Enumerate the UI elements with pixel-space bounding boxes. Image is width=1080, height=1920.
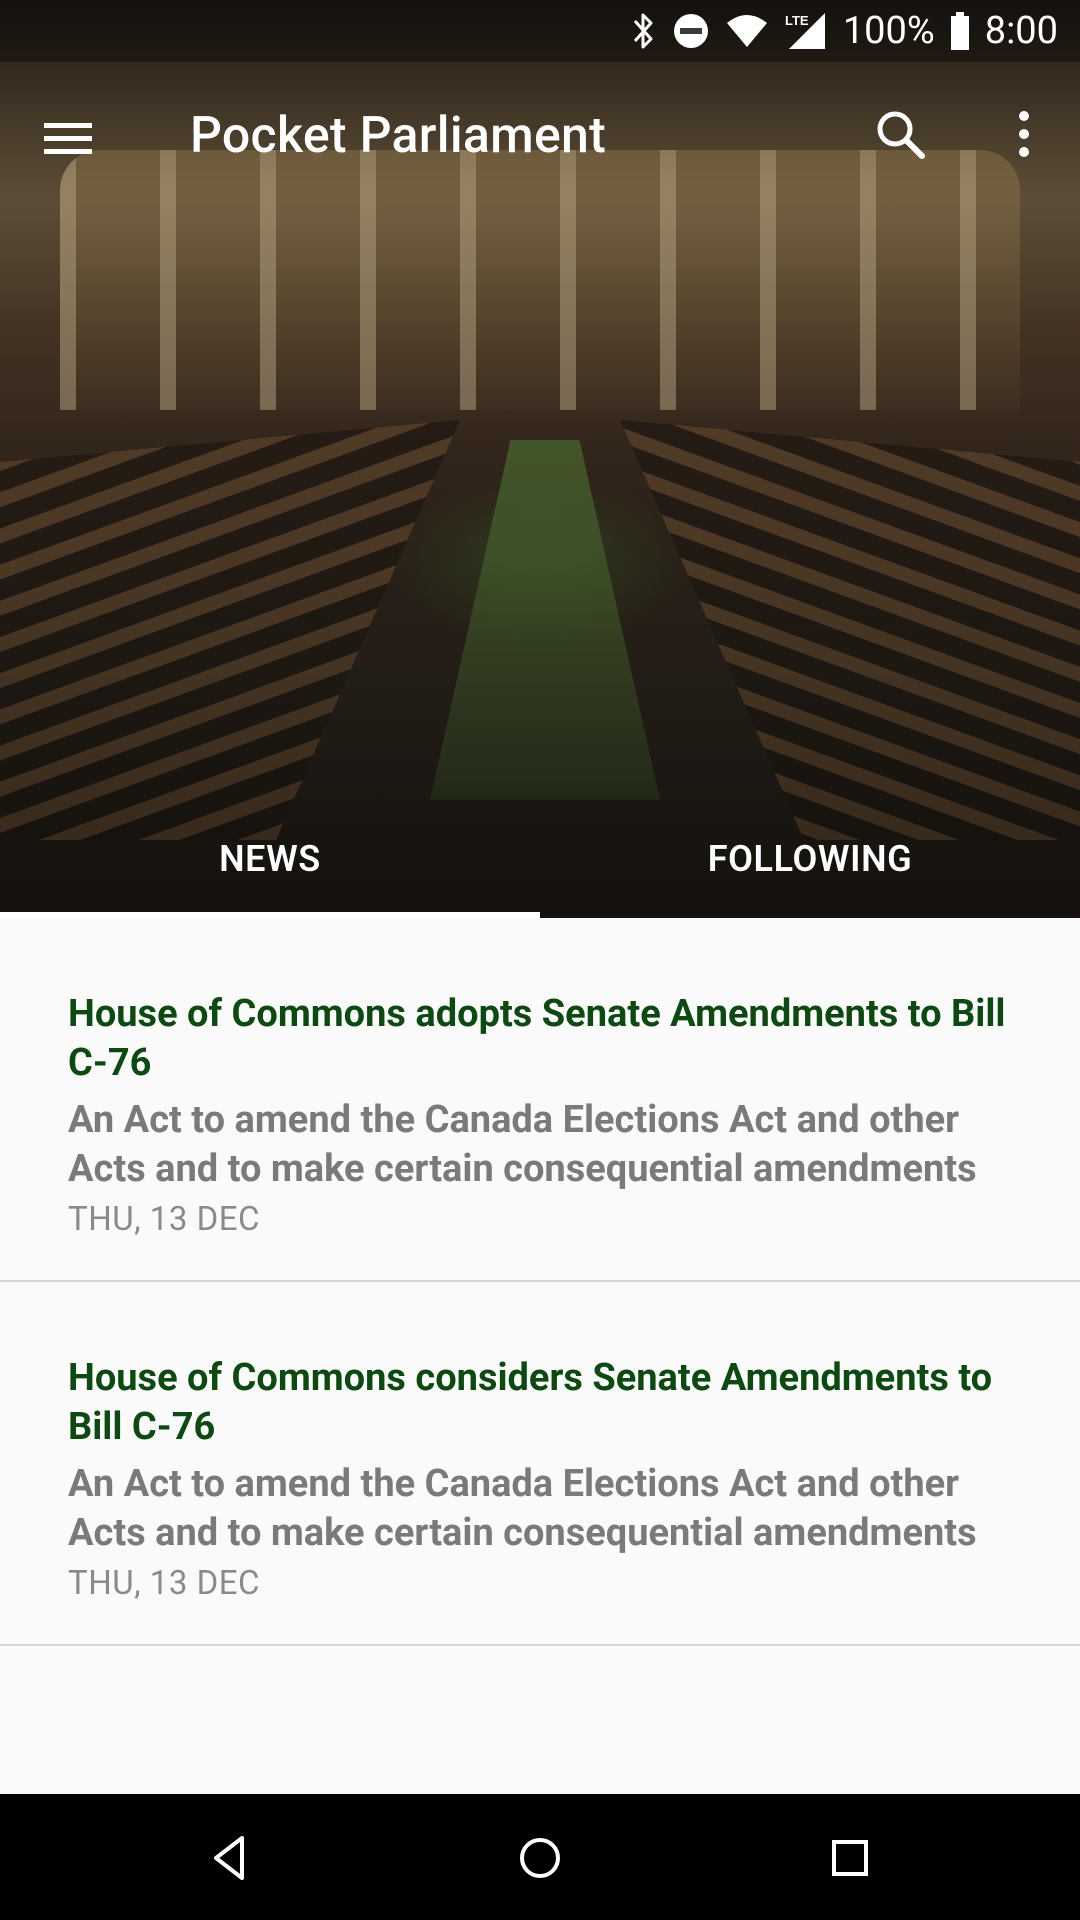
news-item[interactable]: House of Commons considers Senate Amendm… <box>0 1282 1080 1646</box>
news-item[interactable]: House of Commons adopts Senate Amendment… <box>0 918 1080 1282</box>
wifi-icon <box>725 13 769 49</box>
tab-news[interactable]: NEWS <box>0 800 540 918</box>
menu-icon[interactable] <box>40 110 96 166</box>
status-time: 8:00 <box>984 9 1058 53</box>
system-nav-bar <box>0 1794 1080 1920</box>
back-icon[interactable] <box>202 1830 258 1886</box>
news-date: THU, 13 DEC <box>68 1200 260 1239</box>
tab-following-label: FOLLOWING <box>707 838 913 880</box>
news-description: An Act to amend the Canada Elections Act… <box>68 1462 977 1555</box>
app-bar: Pocket Parliament <box>0 62 1080 212</box>
more-vert-icon[interactable] <box>1000 106 1048 162</box>
tab-bar: NEWS FOLLOWING <box>0 800 1080 918</box>
home-icon[interactable] <box>512 1830 568 1886</box>
news-headline: House of Commons adopts Senate Amendment… <box>68 992 1006 1085</box>
status-bar: LTE 100% 8:00 <box>0 0 1080 62</box>
battery-percent: 100% <box>842 9 935 53</box>
do-not-disturb-icon <box>671 11 711 51</box>
search-icon[interactable] <box>872 106 928 162</box>
lte-signal-icon: LTE <box>783 11 829 51</box>
news-description: An Act to amend the Canada Elections Act… <box>68 1098 977 1191</box>
news-list: House of Commons adopts Senate Amendment… <box>0 918 1080 1646</box>
news-date: THU, 13 DEC <box>68 1564 260 1603</box>
tab-following[interactable]: FOLLOWING <box>540 800 1080 918</box>
app-title: Pocket Parliament <box>190 107 607 165</box>
svg-text:LTE: LTE <box>785 13 809 28</box>
tab-news-label: NEWS <box>219 838 321 880</box>
recents-icon[interactable] <box>822 1830 878 1886</box>
battery-icon <box>949 11 971 51</box>
news-headline: House of Commons considers Senate Amendm… <box>68 1356 993 1449</box>
bluetooth-icon <box>629 11 657 51</box>
